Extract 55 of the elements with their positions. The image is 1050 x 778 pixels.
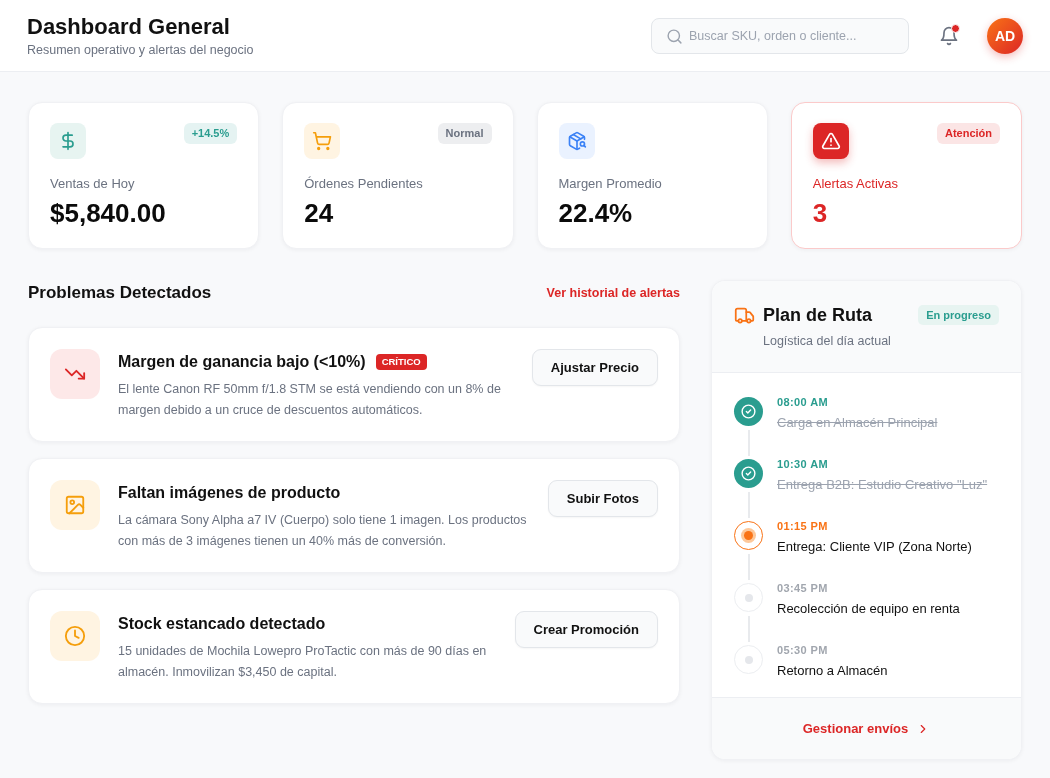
section-title: Problemas Detectados — [28, 282, 212, 303]
status-badge: En progreso — [918, 305, 999, 325]
search-field[interactable]: Buscar SKU, orden o cliente... — [651, 17, 909, 54]
box-search-icon — [558, 123, 595, 159]
route-title: Plan de Ruta — [763, 304, 873, 326]
ring-dot-icon — [734, 521, 763, 550]
problem-title: Faltan imágenes de producto — [118, 484, 341, 502]
problem-description: El lente Canon RF 50mm f/1.8 STM se está vendiendo con un 8% de margen debido a un cruce de descuentos automáticos. — [118, 381, 502, 419]
manage-shipments-link[interactable]: Gestionar envíos — [802, 721, 931, 736]
bell-icon[interactable] — [939, 25, 959, 46]
stat-label: Alertas Activas — [812, 176, 898, 192]
stop-title: Recolección de equipo en renta — [777, 601, 960, 617]
stat-label: Órdenes Pendientes — [304, 176, 423, 192]
route-subtitle: Logística del día actual — [763, 333, 891, 350]
stat-badge: +14.5% — [183, 123, 238, 144]
stat-badge: Normal — [437, 123, 492, 144]
stat-label: Margen Promedio — [558, 176, 662, 192]
problem-description: La cámara Sony Alpha a7 IV (Cuerpo) solo tiene 1 imagen. Los productos con más de 3 imágenes tienen un 40% más de conversión. — [118, 512, 528, 550]
stop-title: Carga en Almacén Principal — [777, 415, 938, 431]
dollar-icon — [50, 123, 86, 159]
action-button[interactable]: Crear Promoción — [514, 611, 658, 648]
stat-value: $5,840.00 — [50, 198, 166, 228]
cart-icon — [304, 123, 341, 159]
action-button[interactable]: Ajustar Precio — [531, 349, 658, 386]
stat-label: Ventas de Hoy — [50, 176, 135, 192]
warning-icon — [812, 123, 849, 159]
action-button[interactable]: Subir Fotos — [547, 480, 658, 517]
problem-title: Stock estancado detectado — [118, 615, 326, 633]
stop-time: 05:30 PM — [777, 643, 828, 657]
severity-tag: CRÍTICO — [375, 354, 427, 370]
stat-value: 3 — [812, 198, 828, 228]
stop-title: Retorno a Almacén — [777, 663, 888, 679]
check-circle-icon — [734, 397, 763, 426]
dot-icon — [734, 583, 763, 612]
page-title: Dashboard General — [27, 13, 230, 40]
stop-time: 08:00 AM — [777, 395, 829, 409]
stop-time: 03:45 PM — [777, 581, 828, 595]
trending-down-icon — [50, 349, 100, 399]
clock-icon — [50, 611, 100, 661]
stop-title: Entrega: Cliente VIP (Zona Norte) — [777, 539, 972, 555]
stat-badge: Atención — [936, 123, 1000, 144]
stop-title: Entrega B2B: Estudio Creativo "Luz" — [777, 477, 988, 493]
search-icon — [666, 27, 683, 45]
stat-value: 22.4% — [558, 198, 633, 228]
problem-description: 15 unidades de Mochila Lowepro ProTactic con más de 90 días en almacén. Inmovilizan $3,450 de capital. — [118, 643, 488, 681]
stop-time: 01:15 PM — [777, 519, 828, 533]
problem-title: Margen de ganancia bajo (<10%) — [118, 353, 366, 371]
page-subtitle: Resumen operativo y alertas del negocio — [27, 41, 254, 58]
stop-time: 10:30 AM — [777, 457, 829, 471]
check-circle-icon — [734, 459, 763, 488]
stat-value: 24 — [304, 198, 334, 228]
image-icon — [50, 480, 100, 530]
user-avatar[interactable]: AD — [987, 17, 1023, 54]
dot-icon — [734, 645, 763, 674]
alert-history-link[interactable]: Ver historial de alertas — [546, 285, 680, 300]
